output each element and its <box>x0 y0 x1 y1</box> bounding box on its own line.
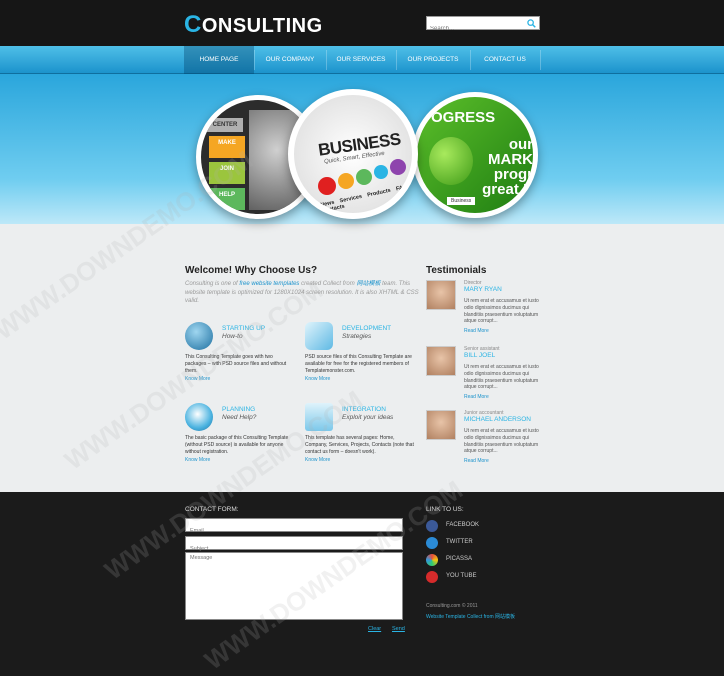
nav-home-page[interactable]: HOME PAGE <box>184 46 254 74</box>
clear-button[interactable]: Clear <box>368 626 381 632</box>
feature-text: PSD source files of this Consulting Temp… <box>305 354 412 374</box>
subject-field-wrap <box>185 536 403 555</box>
know-more-link[interactable]: Know More <box>185 457 210 463</box>
message-field[interactable] <box>186 553 402 619</box>
gear-icon <box>338 173 354 189</box>
feature-title: STARTING UP <box>222 325 266 332</box>
read-more-link[interactable]: Read More <box>464 328 489 334</box>
monitor-icon <box>305 403 333 431</box>
send-button[interactable]: Send <box>392 626 405 632</box>
know-more-link[interactable]: Know More <box>305 376 330 382</box>
feature-subtitle: Strategies <box>342 333 372 340</box>
logo[interactable]: CONSULTING <box>184 11 323 39</box>
testimonial-text: Ut rem erat et accusamus et iusto odio d… <box>464 364 539 391</box>
feature-text: This Consulting Template goes with two p… <box>185 354 287 374</box>
hero-tile-join: JOIN <box>209 162 245 184</box>
feature-title: DEVELOPMENT <box>342 325 392 332</box>
social-label: TWITTER <box>446 539 473 545</box>
testimonials-heading: Testimonials <box>426 265 487 276</box>
search-box <box>426 16 540 35</box>
gear-icon <box>318 177 336 195</box>
twitter-icon <box>426 537 438 549</box>
search-input[interactable] <box>427 23 523 35</box>
feature-title: PLANNING <box>222 406 256 413</box>
template-credit-link[interactable]: Website Template Collect from 网站模板 <box>426 613 515 620</box>
testimonial-name: MARY RYAN <box>464 286 502 293</box>
hero-circle-right[interactable]: OGRESS our MARK progr great P Business <box>412 92 538 218</box>
gear-icon <box>374 165 388 179</box>
feature-subtitle: Exploit your ideas <box>342 414 394 421</box>
social-label: PICASSA <box>446 556 473 562</box>
testimonial-name: MICHAEL ANDERSON <box>464 416 531 423</box>
feature-text: This template has several pages: Home, C… <box>305 435 414 455</box>
testimonial-text: Ut rem erat et accusamus et iusto odio d… <box>464 298 539 325</box>
phone-icon <box>305 322 333 350</box>
nav-our-company[interactable]: OUR COMPANY <box>254 46 326 74</box>
youtube-icon <box>426 571 438 583</box>
link-to-us-heading: LINK TO US: <box>426 506 464 513</box>
search-icon[interactable] <box>527 19 536 28</box>
globe-icon <box>185 322 213 350</box>
business-label: Business <box>447 197 476 205</box>
contact-form-heading: CONTACT FORM: <box>185 506 239 513</box>
read-more-link[interactable]: Read More <box>464 394 489 400</box>
header: CONSULTING <box>0 0 724 46</box>
avatar <box>426 410 456 440</box>
message-field-wrap <box>185 552 403 620</box>
clock-icon <box>185 403 213 431</box>
email-field-wrap <box>185 518 403 537</box>
progress-heading: OGRESS <box>431 109 496 126</box>
social-label: FACEBOOK <box>446 522 480 528</box>
avatar <box>426 346 456 376</box>
free-templates-link[interactable]: free website templates <box>239 281 299 287</box>
read-more-link[interactable]: Read More <box>464 458 489 464</box>
hero-center-label: CENTER <box>207 118 243 132</box>
hero-tile-make: MAKE <box>209 136 245 158</box>
facebook-icon <box>426 520 438 532</box>
social-label: YOU TUBE <box>446 573 477 579</box>
main-nav: HOME PAGE OUR COMPANY OUR SERVICES OUR P… <box>0 46 724 74</box>
welcome-heading: Welcome! Why Choose Us? <box>185 265 318 276</box>
market-text: our MARK progr great P <box>482 136 533 198</box>
feature-title: INTEGRATION <box>342 406 386 413</box>
nav-our-services[interactable]: OUR SERVICES <box>326 46 396 74</box>
gear-icon <box>356 169 372 185</box>
know-more-link[interactable]: Know More <box>185 376 210 382</box>
welcome-intro: Consulting is one of free website templa… <box>185 281 419 304</box>
feature-subtitle: Need Help? <box>222 414 257 421</box>
nav-our-projects[interactable]: OUR PROJECTS <box>396 46 470 74</box>
feature-text: The basic package of this Consulting Tem… <box>185 435 289 455</box>
collect-link[interactable]: 网站模板 <box>356 281 380 287</box>
avatar <box>426 280 456 310</box>
gear-icon <box>390 159 406 175</box>
testimonial-text: Ut rem erat et accusamus et iusto odio d… <box>464 428 539 455</box>
hero-circle-center[interactable]: BUSINESS Quick, Smart, Effective News Se… <box>288 89 418 219</box>
testimonial-name: BILL JOEL <box>464 352 496 359</box>
know-more-link[interactable]: Know More <box>305 457 330 463</box>
nav-divider <box>540 50 541 70</box>
nav-contact-us[interactable]: CONTACT US <box>470 46 540 74</box>
feature-subtitle: How-to <box>222 333 243 340</box>
picasa-icon <box>426 554 438 566</box>
copyright: Consulting.com © 2011 <box>426 603 478 609</box>
hero-tile-help: HELP <box>209 188 245 210</box>
